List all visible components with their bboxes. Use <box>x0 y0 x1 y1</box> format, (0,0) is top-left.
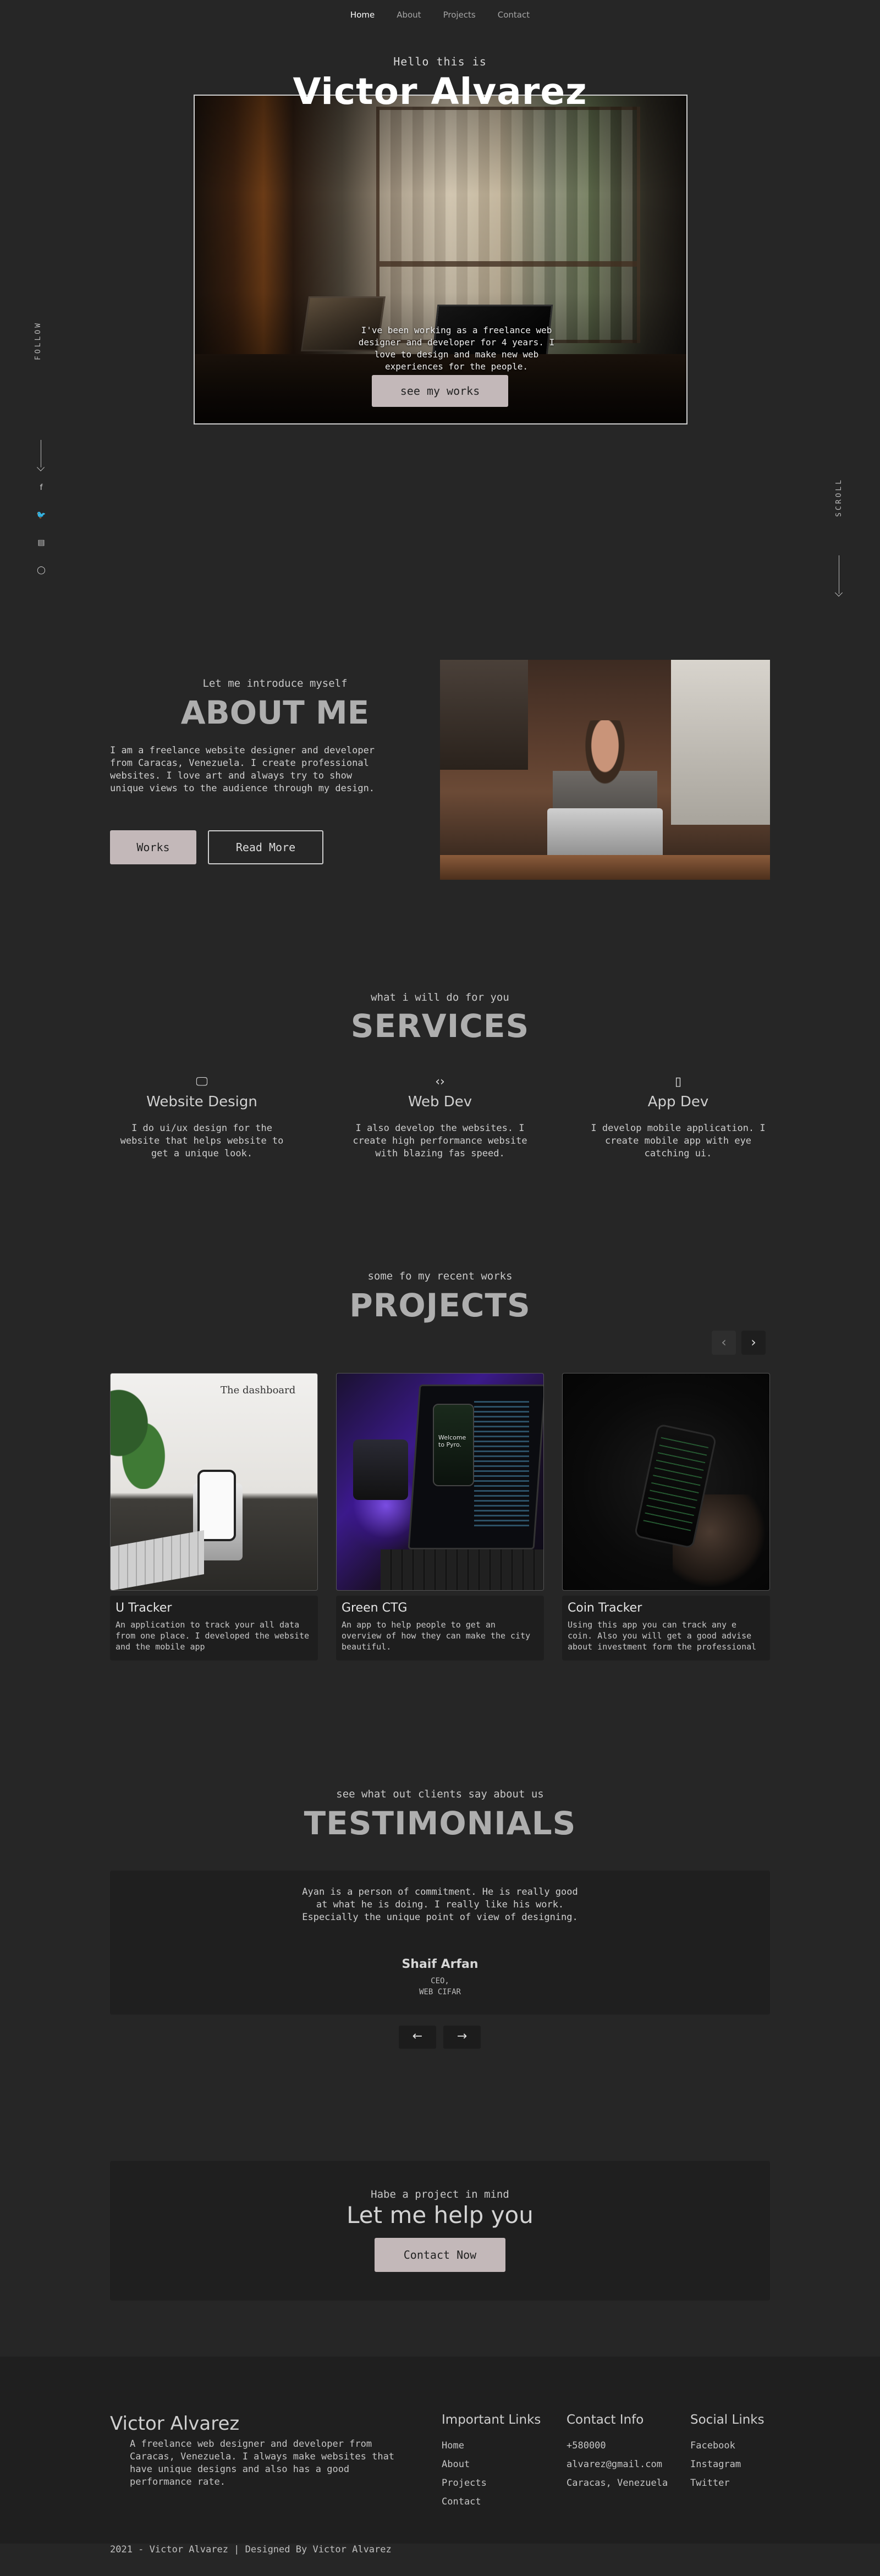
services-title: SERVICES <box>350 1007 530 1045</box>
footer-link-projects[interactable]: Projects <box>442 2478 487 2489</box>
nav-projects[interactable]: Projects <box>443 10 476 20</box>
cta-title: Let me help you <box>346 2202 534 2229</box>
important-links-title: Important Links <box>442 2413 541 2427</box>
contact-location: Caracas, Venezuela <box>566 2478 668 2489</box>
about-text: I am a freelance website designer and de… <box>110 745 375 794</box>
facebook-icon[interactable]: f <box>36 483 46 493</box>
cta-card <box>110 2161 770 2301</box>
social-links-title: Social Links <box>690 2413 765 2427</box>
footer-link-facebook[interactable]: Facebook <box>690 2440 735 2451</box>
project-description: An app to help people to get an overview… <box>342 1620 531 1652</box>
copyright: 2021 - Victor Alvarez | Designed By Vict… <box>110 2544 392 2555</box>
footer-link-home[interactable]: Home <box>442 2440 464 2451</box>
service-card: ▯ App Dev I develop mobile application. … <box>587 1075 769 1160</box>
project-description: An application to track your all data fr… <box>116 1620 310 1652</box>
contact-email: alvarez@gmail.com <box>566 2459 662 2470</box>
contact-info-title: Contact Info <box>566 2413 644 2427</box>
nav-about[interactable]: About <box>397 10 421 20</box>
project-name: U Tracker <box>116 1601 172 1615</box>
hero-name: Victor Alvarez <box>293 70 587 113</box>
hero-greeting: Hello this is <box>393 55 487 68</box>
project-name: Green CTG <box>342 1601 408 1615</box>
nav-home[interactable]: Home <box>350 10 375 20</box>
chevron-left-icon[interactable]: ‹ <box>712 1331 736 1355</box>
testimonials-title: TESTIMONIALS <box>304 1805 576 1842</box>
scroll-label: SCROLL <box>835 478 843 517</box>
project-description: Using this app you can track any e coin.… <box>568 1620 757 1652</box>
project-card[interactable]: Welcome to Pyro. Green CTG An app to hel… <box>336 1373 544 1664</box>
testimonial-quote: Ayan is a person of commitment. He is re… <box>302 1887 578 1923</box>
project-image: Welcome to Pyro. <box>336 1373 544 1591</box>
service-description: I develop mobile application. I create m… <box>591 1123 766 1159</box>
projects-title: PROJECTS <box>349 1287 531 1324</box>
project-image-text: The dashboard <box>221 1384 296 1396</box>
projects-subtitle: some fo my recent works <box>367 1270 513 1282</box>
service-name: Website Design <box>146 1094 257 1110</box>
follow-label: FOLLOW <box>34 321 42 360</box>
linkedin-icon[interactable]: ▤ <box>36 538 46 548</box>
code-icon: ‹› <box>435 1075 445 1089</box>
services-subtitle: what i will do for you <box>371 991 509 1003</box>
project-image <box>562 1373 770 1591</box>
cta-subtitle: Habe a project in mind <box>371 2188 509 2200</box>
contact-now-button[interactable]: Contact Now <box>375 2238 505 2272</box>
service-card: 🖵 Website Design I do ui/ux design for t… <box>111 1075 293 1160</box>
testimonial-role: CEO, WEB CIFAR <box>419 1977 461 1996</box>
contact-phone: +580000 <box>566 2440 606 2451</box>
project-image-text: Welcome to Pyro. <box>438 1434 466 1448</box>
nav-contact[interactable]: Contact <box>498 10 530 20</box>
about-subtitle: Let me introduce myself <box>202 677 348 689</box>
footer-about: A freelance web designer and developer f… <box>130 2439 395 2487</box>
laptop-illustration <box>547 808 663 858</box>
project-image: The dashboard <box>110 1373 318 1591</box>
arrow-right-icon[interactable]: → <box>443 2026 481 2049</box>
works-button[interactable]: Works <box>110 830 196 864</box>
testimonials-subtitle: see what out clients say about us <box>336 1788 544 1800</box>
chevron-right-icon[interactable]: › <box>741 1331 766 1355</box>
footer-link-about[interactable]: About <box>442 2459 470 2470</box>
see-my-works-button[interactable]: see my works <box>372 375 508 407</box>
mobile-icon: ▯ <box>674 1075 682 1089</box>
footer-link-instagram[interactable]: Instagram <box>690 2459 741 2470</box>
service-name: App Dev <box>647 1094 709 1110</box>
top-nav: Home About Projects Contact <box>0 10 880 20</box>
read-more-button[interactable]: Read More <box>208 830 323 864</box>
footer-link-contact[interactable]: Contact <box>442 2496 481 2507</box>
about-title: ABOUT ME <box>180 694 370 731</box>
service-description: I also develop the websites. I create hi… <box>353 1123 527 1159</box>
service-description: I do ui/ux design for the website that h… <box>120 1123 284 1159</box>
project-card[interactable]: Coin Tracker Using this app you can trac… <box>562 1373 770 1664</box>
footer-brand: Victor Alvarez <box>110 2413 240 2435</box>
project-card[interactable]: The dashboard U Tracker An application t… <box>110 1373 318 1664</box>
github-icon[interactable]: ◯ <box>36 565 46 575</box>
monitor-icon: 🖵 <box>196 1075 208 1089</box>
testimonial-author: Shaif Arfan <box>402 1957 479 1971</box>
project-name: Coin Tracker <box>568 1601 642 1615</box>
footer-link-twitter[interactable]: Twitter <box>690 2478 730 2489</box>
service-name: Web Dev <box>408 1094 472 1110</box>
about-photo <box>440 660 770 880</box>
twitter-icon[interactable]: 🐦 <box>36 510 46 520</box>
hero-intro: I've been working as a freelance web des… <box>358 325 555 372</box>
service-card: ‹› Web Dev I also develop the websites. … <box>349 1075 531 1160</box>
arrow-left-icon[interactable]: ← <box>399 2026 436 2049</box>
